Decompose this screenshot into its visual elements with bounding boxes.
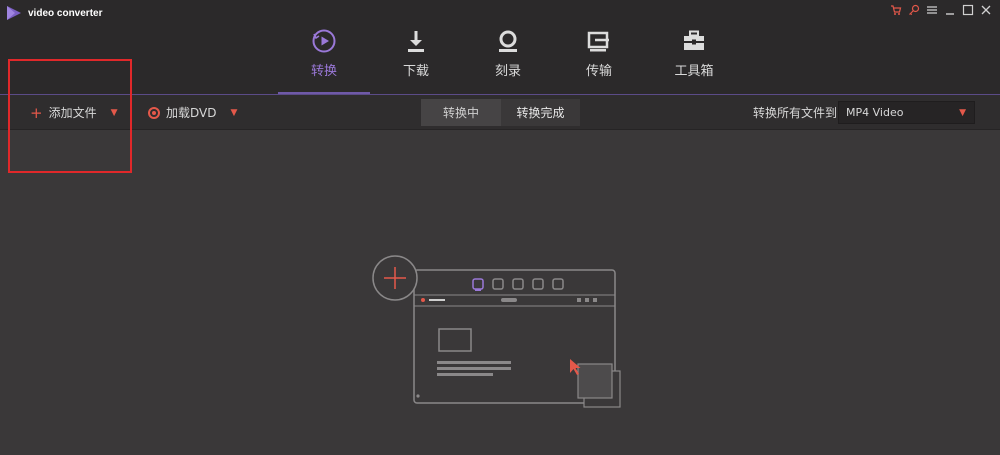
tab-convert[interactable]: 转换 — [278, 26, 370, 94]
app-logo-icon — [7, 6, 21, 20]
load-dvd-label: 加载DVD — [166, 106, 217, 120]
illustration-bar — [585, 298, 589, 302]
conversion-status-tabs: 转换中 转换完成 — [421, 99, 580, 126]
tab-burn[interactable]: 刻录 — [462, 26, 554, 94]
app-brand: video converter — [6, 5, 102, 21]
tab-converted-label: 转换完成 — [516, 106, 565, 120]
close-icon[interactable] — [980, 4, 992, 16]
minimize-icon[interactable] — [944, 4, 956, 16]
illustration-tab-marker — [475, 289, 481, 291]
maximize-icon[interactable] — [962, 4, 974, 16]
convert-all-label: 转换所有文件到: — [753, 106, 842, 120]
add-files-illustration[interactable] — [370, 255, 630, 415]
illustration-line — [437, 361, 511, 364]
main-nav: 转换 下载 刻录 传输 工具箱 — [278, 26, 744, 94]
output-format-select[interactable]: MP4 Video ▼ — [838, 101, 975, 124]
app-title: video converter — [28, 7, 103, 19]
illustration-line — [437, 373, 493, 376]
tab-converting[interactable]: 转换中 — [421, 99, 501, 126]
tab-toolbox-label: 工具箱 — [674, 64, 714, 79]
cart-icon[interactable] — [890, 4, 902, 16]
chevron-down-icon[interactable]: ▼ — [230, 108, 237, 118]
tab-download-label: 下载 — [402, 64, 429, 79]
illustration-dot — [421, 298, 425, 302]
convert-icon — [311, 26, 337, 56]
download-icon — [405, 26, 427, 56]
illustration-bar — [593, 298, 597, 302]
key-icon[interactable] — [908, 4, 920, 16]
tab-download[interactable]: 下载 — [370, 26, 462, 94]
menu-icon[interactable] — [926, 4, 938, 16]
illustration-dot — [416, 394, 420, 398]
illustration-file-stack — [577, 363, 613, 399]
tab-converted[interactable]: 转换完成 — [501, 99, 580, 126]
tab-toolbox[interactable]: 工具箱 — [644, 26, 744, 94]
illustration-bar — [501, 298, 517, 302]
load-dvd-button[interactable]: 加载DVD ▼ — [148, 95, 237, 130]
illustration-line — [437, 367, 511, 370]
tab-convert-label: 转换 — [310, 64, 337, 79]
highlight-box — [8, 59, 132, 173]
disc-icon — [148, 106, 160, 119]
tab-converting-label: 转换中 — [442, 106, 479, 120]
output-format-value: MP4 Video — [846, 106, 904, 119]
title-bar: video converter 转换 下载 刻录 传输 工具箱 — [0, 0, 1000, 95]
toolbar: + 添加文件 ▼ 加载DVD ▼ 转换中 转换完成 转换所有文件到: MP4 V… — [0, 95, 1000, 130]
illustration-bar — [577, 298, 581, 302]
tab-transfer-label: 传输 — [585, 64, 612, 79]
illustration-bar — [429, 299, 445, 301]
tab-burn-label: 刻录 — [494, 64, 521, 79]
transfer-icon — [587, 26, 611, 56]
burn-icon — [497, 26, 519, 56]
toolbox-icon — [682, 26, 706, 56]
tab-transfer[interactable]: 传输 — [554, 26, 644, 94]
chevron-down-icon: ▼ — [959, 107, 966, 118]
window-controls — [890, 4, 992, 16]
